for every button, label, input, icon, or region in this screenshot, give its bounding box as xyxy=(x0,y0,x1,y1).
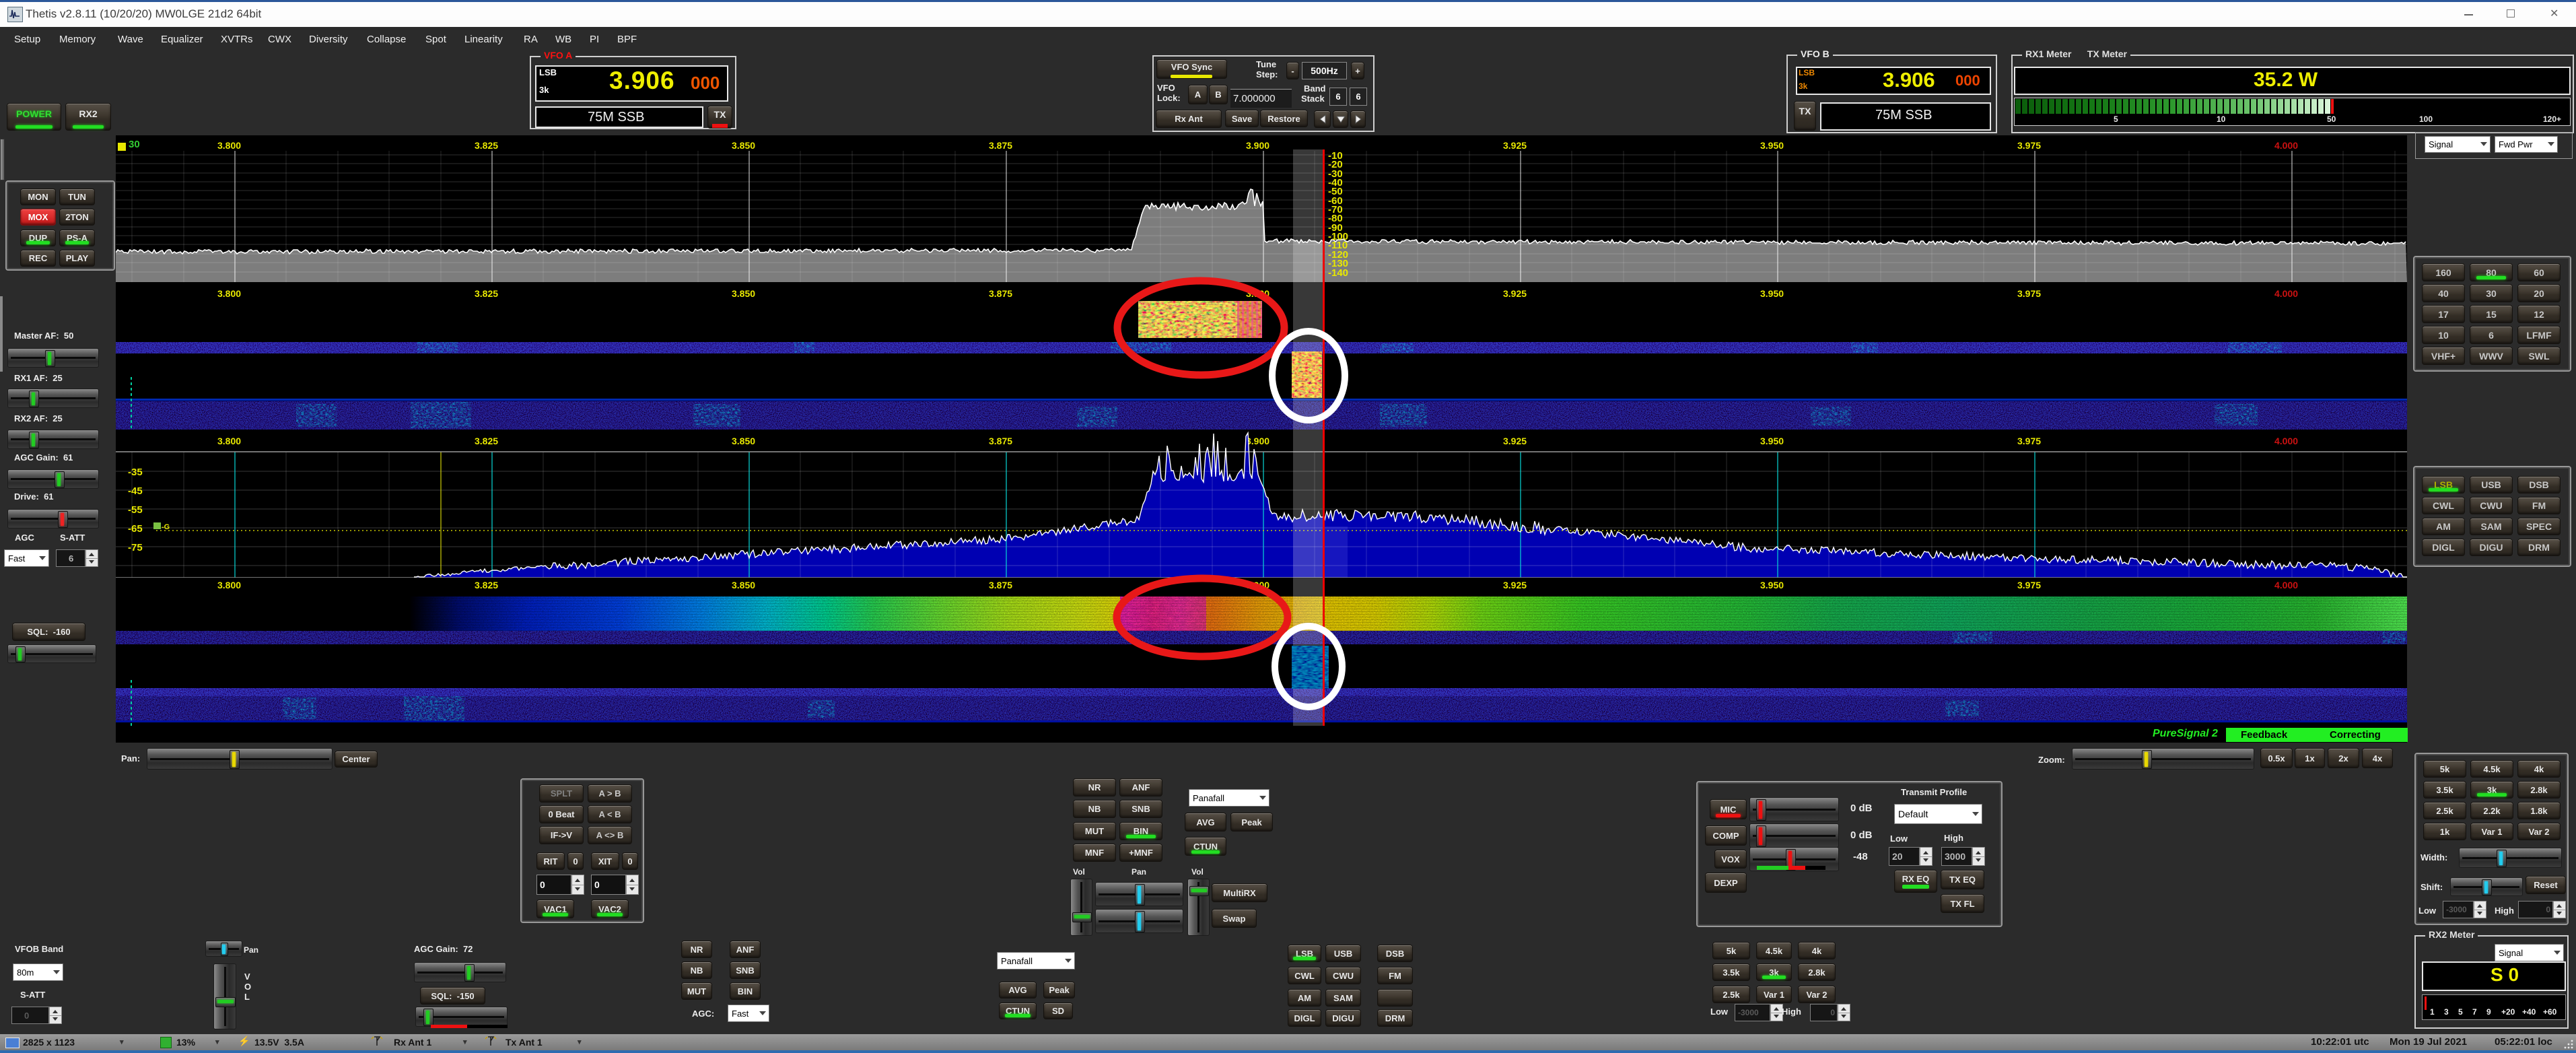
svg-text:-G: -G xyxy=(162,523,170,531)
svg-text:-35: -35 xyxy=(128,467,143,478)
svg-text:-45: -45 xyxy=(128,485,143,497)
svg-text:-55: -55 xyxy=(128,504,143,516)
svg-text:-75: -75 xyxy=(128,542,143,553)
svg-text:-65: -65 xyxy=(128,523,143,535)
svg-text:-140: -140 xyxy=(1328,267,1348,279)
